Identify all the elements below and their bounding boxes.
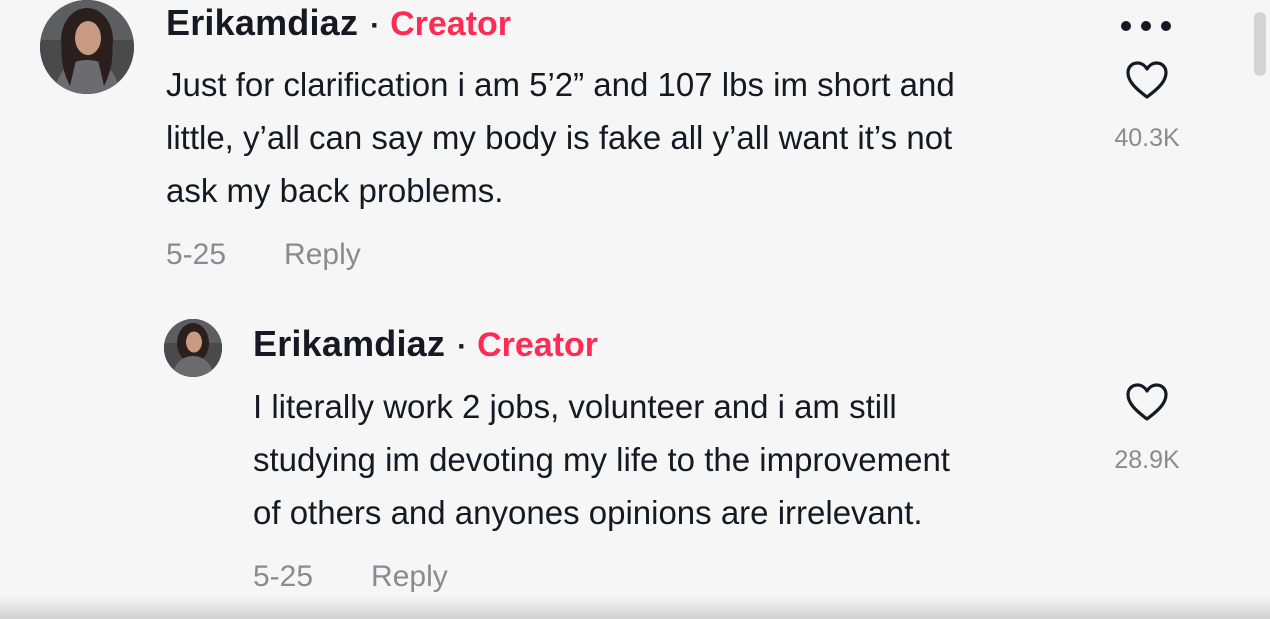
comment-line: ask my back problems. <box>166 172 504 209</box>
like-count: 40.3K <box>1114 124 1180 152</box>
bottom-edge <box>0 595 1270 619</box>
separator-dot: · <box>370 9 381 42</box>
like-count: 28.9K <box>1114 446 1180 474</box>
username[interactable]: Erikamdiaz <box>253 323 445 365</box>
like-group: 28.9K <box>1102 382 1192 475</box>
creator-badge: Creator <box>390 5 512 43</box>
comments-panel: Erikamdiaz · Creator Just for clarificat… <box>0 0 1270 619</box>
scrollbar-thumb[interactable] <box>1254 12 1266 76</box>
comment-date: 5-25 <box>253 560 314 593</box>
avatar-photo <box>40 0 134 94</box>
comment-line: I literally work 2 jobs, volunteer and i… <box>253 388 897 425</box>
reply-button[interactable]: Reply <box>371 560 448 594</box>
comment-line: of others and anyones opinions are irrel… <box>253 494 923 531</box>
heart-outline-icon[interactable] <box>1125 382 1169 422</box>
creator-badge: Creator <box>477 326 599 364</box>
comment-date: 5-25 <box>166 238 227 271</box>
heart-outline-icon[interactable] <box>1125 60 1169 100</box>
like-group: 40.3K <box>1102 60 1192 153</box>
more-horizontal-icon[interactable] <box>1118 17 1174 35</box>
reply-meta: 5-25 Reply <box>253 560 448 594</box>
reply-text: I literally work 2 jobs, volunteer and i… <box>253 380 950 539</box>
comment-text: Just for clarification i am 5’2” and 107… <box>166 58 955 217</box>
reply-button[interactable]: Reply <box>284 238 361 272</box>
separator-dot: · <box>457 330 468 363</box>
username[interactable]: Erikamdiaz <box>166 2 358 44</box>
comment-line: Just for clarification i am 5’2” and 107… <box>166 66 955 103</box>
comment-line: little, y’all can say my body is fake al… <box>166 119 953 156</box>
avatar[interactable] <box>40 0 134 94</box>
comment-line: studying im devoting my life to the impr… <box>253 441 950 478</box>
comment-meta: 5-25 Reply <box>166 238 361 272</box>
reply-header: Erikamdiaz · Creator <box>253 323 598 365</box>
avatar-photo <box>164 319 222 377</box>
reply-avatar[interactable] <box>164 319 222 377</box>
comment-header: Erikamdiaz · Creator <box>166 2 511 44</box>
